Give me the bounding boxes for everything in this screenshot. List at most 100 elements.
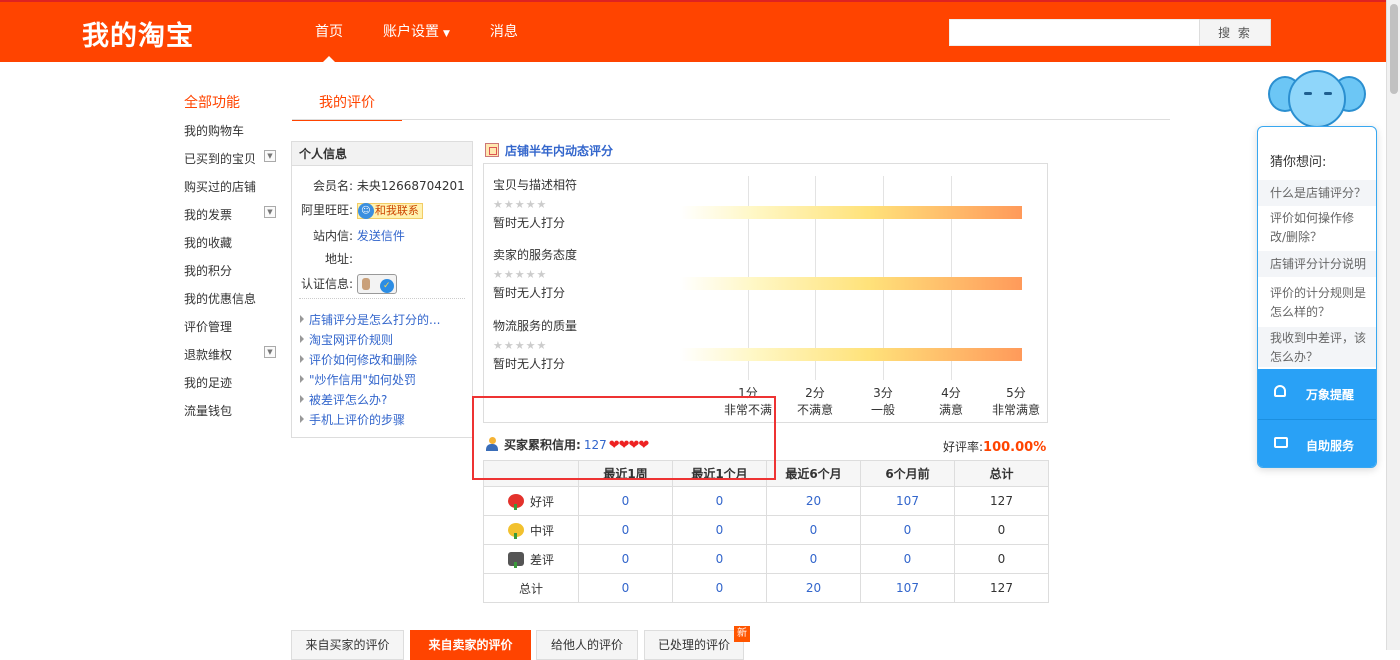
chat-icon	[1274, 436, 1288, 452]
mascot-eye	[1324, 92, 1332, 95]
sidebar-title[interactable]: 全部功能	[184, 92, 280, 112]
tab-from-buyers[interactable]: 来自买家的评价	[291, 630, 404, 660]
table-cell[interactable]: 107	[860, 486, 955, 516]
row-label-cell: 差评	[483, 544, 579, 574]
rating-bar	[680, 348, 1022, 361]
faq-item[interactable]: 我收到中差评，该怎么办？	[1258, 327, 1376, 367]
remind-button[interactable]: 万象提醒	[1258, 369, 1376, 419]
search-input[interactable]	[949, 19, 1200, 46]
table-cell[interactable]: 0	[860, 544, 955, 574]
logo[interactable]: 我的淘宝	[82, 14, 194, 53]
sidebar-item-shops[interactable]: 购买过的店铺	[184, 178, 280, 206]
assistant-title: 猜你想问:	[1270, 155, 1327, 170]
sidebar-item-favorites[interactable]: 我的收藏	[184, 234, 280, 262]
flower-red-icon	[507, 493, 524, 510]
scale-score: 4分	[941, 386, 961, 400]
table-cell: 0	[954, 544, 1049, 574]
sidebar-item-cart[interactable]: 我的购物车	[184, 122, 280, 150]
sidebar-item-footprints[interactable]: 我的足迹	[184, 374, 280, 402]
self-service-button[interactable]: 自助服务	[1258, 419, 1376, 467]
scale-text: 非常不满	[723, 403, 772, 417]
sidebar-item-reviews[interactable]: 评价管理	[184, 318, 280, 346]
metric-title: 宝贝与描述相符	[493, 178, 578, 192]
table-cell[interactable]: 0	[766, 515, 861, 545]
nav-home[interactable]: 首页	[295, 2, 363, 62]
sidebar-item-data-wallet[interactable]: 流量钱包	[184, 402, 280, 430]
address-label: 地址:	[324, 252, 353, 266]
sidebar-item-label: 我的购物车	[184, 124, 245, 138]
table-cell[interactable]: 20	[766, 486, 861, 516]
expand-icon[interactable]: ▼	[264, 150, 276, 162]
row-label: 总计	[518, 581, 543, 596]
tab-handled-reviews[interactable]: 已处理的评价	[644, 630, 744, 660]
search-button[interactable]: 搜 索	[1199, 19, 1271, 46]
table-cell[interactable]: 0	[672, 486, 767, 516]
contact-button[interactable]: ☺ 和我联系	[356, 202, 423, 219]
expand-icon[interactable]: ▼	[264, 346, 276, 358]
table-cell[interactable]: 0	[672, 544, 767, 574]
table-header: 最近1个月	[672, 460, 767, 487]
table-cell[interactable]: 0	[766, 544, 861, 574]
scale-score: 1分	[738, 386, 758, 400]
scale-3: 3分 一般	[853, 385, 913, 419]
faq-item[interactable]: 评价的计分规则是怎么样的？	[1258, 284, 1376, 322]
tab-given-reviews[interactable]: 给他人的评价	[536, 630, 638, 660]
send-message-link[interactable]: 发送信件	[357, 229, 405, 243]
tab-my-reviews[interactable]: 我的评价	[292, 90, 402, 121]
table-cell[interactable]: 0	[578, 573, 673, 603]
tab-from-sellers[interactable]: 来自卖家的评价	[410, 630, 531, 660]
table-cell[interactable]: 107	[860, 573, 955, 603]
sidebar-item-coupons[interactable]: 我的优惠信息	[184, 290, 280, 318]
user-icon	[486, 437, 498, 451]
assistant-panel: 猜你想问: 什么是店铺评分？ 评价如何操作修改/删除？ 店铺评分计分说明 评价的…	[1257, 126, 1377, 468]
member-label: 会员名:	[312, 179, 353, 193]
sidebar-item-refunds[interactable]: 退款维权 ▼	[184, 346, 280, 374]
sidebar-item-label: 我的发票	[184, 208, 233, 222]
help-link[interactable]: 被差评怎么办?	[300, 392, 440, 412]
top-header: 我的淘宝 首页 账户设置 ▼ 消息 搜 索	[0, 0, 1386, 62]
nav-messages[interactable]: 消息	[470, 2, 538, 62]
metric-description: 宝贝与描述相符 ★★★★★ 暂时无人打分	[493, 176, 577, 231]
self-service-button-label: 自助服务	[1306, 439, 1355, 453]
nav-home-label: 首页	[315, 24, 343, 40]
expand-icon[interactable]: ▼	[264, 206, 276, 218]
help-link[interactable]: 淘宝网评价规则	[300, 332, 440, 352]
table-header: 最近6个月	[766, 460, 861, 487]
page-scrollbar[interactable]	[1386, 0, 1400, 650]
remind-button-label: 万象提醒	[1306, 388, 1355, 402]
elephant-mascot-icon[interactable]	[1268, 70, 1366, 130]
credit-count[interactable]: 127	[584, 438, 607, 452]
faq-item[interactable]: 评价如何操作修改/删除？	[1258, 209, 1376, 247]
table-cell[interactable]: 0	[860, 515, 955, 545]
table-cell[interactable]: 0	[578, 544, 673, 574]
row-label-cell: 好评	[483, 486, 579, 516]
table-cell[interactable]: 0	[578, 515, 673, 545]
row-label-cell: 总计	[483, 573, 579, 603]
sidebar-item-bought[interactable]: 已买到的宝贝 ▼	[184, 150, 280, 178]
table-cell[interactable]: 0	[672, 515, 767, 545]
help-link[interactable]: 评价如何修改和删除	[300, 352, 440, 372]
mascot-head	[1288, 70, 1346, 128]
help-link[interactable]: 手机上评价的步骤	[300, 412, 440, 432]
scale-score: 5分	[1006, 386, 1026, 400]
faq-item[interactable]: 什么是店铺评分？	[1258, 180, 1376, 206]
scrollbar-thumb[interactable]	[1390, 4, 1398, 94]
scale-5: 5分 非常满意	[986, 385, 1046, 419]
help-link[interactable]: 店铺评分是怎么打分的...	[300, 312, 440, 332]
faq-item[interactable]: 店铺评分计分说明	[1258, 251, 1376, 277]
help-link[interactable]: "炒作信用"如何处罚	[300, 372, 440, 392]
sidebar-item-points[interactable]: 我的积分	[184, 262, 280, 290]
id-verified-icon[interactable]: ✓	[356, 274, 397, 294]
nav-account-settings[interactable]: 账户设置 ▼	[363, 2, 470, 62]
sidebar-item-label: 我的积分	[184, 264, 233, 278]
metric-logistics: 物流服务的质量 ★★★★★ 暂时无人打分	[493, 317, 577, 372]
sidebar-item-invoice[interactable]: 我的发票 ▼	[184, 206, 280, 234]
nav-messages-label: 消息	[489, 24, 518, 40]
table-cell[interactable]: 20	[766, 573, 861, 603]
sidebar-item-label: 已买到的宝贝	[184, 152, 257, 166]
table-cell[interactable]: 0	[672, 573, 767, 603]
sidebar-item-label: 流量钱包	[184, 404, 233, 418]
table-cell[interactable]: 0	[578, 486, 673, 516]
id-photo-icon	[361, 278, 370, 290]
row-label: 好评	[529, 494, 554, 509]
